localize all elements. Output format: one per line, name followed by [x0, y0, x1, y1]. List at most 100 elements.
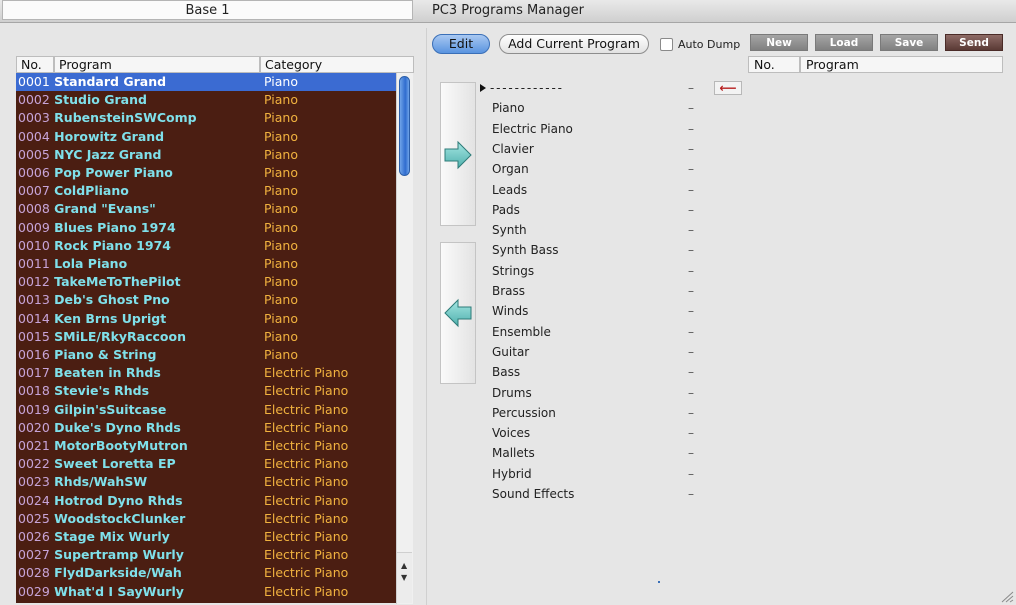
- program-row[interactable]: 0029 What'd I SayWurly Electric Piano: [16, 583, 396, 601]
- program-row[interactable]: 0020 Duke's Dyno Rhds Electric Piano: [16, 419, 396, 437]
- program-row[interactable]: 0006 Pop Power Piano Piano: [16, 164, 396, 182]
- category-item[interactable]: Winds –: [480, 301, 710, 321]
- new-button[interactable]: New: [750, 34, 808, 51]
- program-row[interactable]: 0005 NYC Jazz Grand Piano: [16, 146, 396, 164]
- add-current-program-button[interactable]: Add Current Program: [499, 34, 649, 54]
- scroll-arrows[interactable]: ▲ ▼: [397, 552, 412, 603]
- program-row[interactable]: 0017 Beaten in Rhds Electric Piano: [16, 364, 396, 382]
- program-title: Rhds/WahSW: [54, 474, 148, 490]
- category-item[interactable]: Guitar –: [480, 342, 710, 362]
- program-row[interactable]: 0001 Standard Grand Piano: [16, 73, 396, 91]
- load-button[interactable]: Load: [815, 34, 873, 51]
- program-row[interactable]: 0028 FlydDarkside/Wah Electric Piano: [16, 564, 396, 582]
- program-name: 0021 MotorBootyMutron: [18, 437, 188, 455]
- program-row[interactable]: 0009 Blues Piano 1974 Piano: [16, 219, 396, 237]
- program-category: Electric Piano: [264, 547, 349, 563]
- move-left-arrow-icon[interactable]: [443, 298, 473, 328]
- move-right-arrow-icon[interactable]: [443, 140, 473, 170]
- right-column-header-program[interactable]: Program: [800, 56, 1003, 73]
- program-category: Electric Piano: [264, 510, 349, 526]
- remove-program-arrow-button[interactable]: ⟵: [714, 81, 742, 95]
- program-row[interactable]: 0014 Ken Brns Uprigt Piano: [16, 310, 396, 328]
- program-name: 0028 FlydDarkside/Wah: [18, 564, 182, 582]
- program-category: Piano: [264, 274, 298, 290]
- scroll-up-arrow-icon[interactable]: ▲: [401, 561, 407, 570]
- program-row[interactable]: 0002 Studio Grand Piano: [16, 91, 396, 109]
- program-category: Piano: [264, 201, 298, 217]
- program-row[interactable]: 0021 MotorBootyMutron Electric Piano: [16, 437, 396, 455]
- save-button[interactable]: Save: [880, 34, 938, 51]
- program-name: 0007 ColdPliano: [18, 182, 129, 200]
- category-count: –: [688, 243, 694, 258]
- category-label: Guitar: [492, 344, 530, 359]
- program-category: Piano: [264, 328, 298, 344]
- category-item[interactable]: Organ –: [480, 159, 710, 179]
- program-category: Electric Piano: [264, 383, 349, 399]
- category-item[interactable]: Clavier –: [480, 139, 710, 159]
- app-window: PC3 Programs Manager Base 1 No. Program …: [0, 0, 1016, 605]
- program-row[interactable]: 0004 Horowitz Grand Piano: [16, 128, 396, 146]
- resize-grip-icon[interactable]: [1000, 590, 1014, 603]
- category-count: –: [688, 405, 694, 420]
- category-item[interactable]: Piano –: [480, 98, 710, 118]
- category-item[interactable]: Drums –: [480, 383, 710, 403]
- category-item[interactable]: Voices –: [480, 423, 710, 443]
- column-header-no[interactable]: No.: [16, 56, 54, 73]
- program-row[interactable]: 0016 Piano & String Piano: [16, 346, 396, 364]
- send-button[interactable]: Send: [945, 34, 1003, 51]
- category-item[interactable]: Brass –: [480, 281, 710, 301]
- category-label: Pads: [492, 202, 520, 217]
- category-item[interactable]: Strings –: [480, 261, 710, 281]
- category-item[interactable]: Ensemble –: [480, 322, 710, 342]
- program-row[interactable]: 0011 Lola Piano Piano: [16, 255, 396, 273]
- auto-dump-checkbox[interactable]: [660, 38, 673, 51]
- program-name: 0006 Pop Power Piano: [18, 164, 173, 182]
- category-item[interactable]: Hybrid –: [480, 464, 710, 484]
- program-list[interactable]: 0001 Standard Grand Piano 0002 Studio Gran…: [16, 73, 410, 603]
- program-row[interactable]: 0019 Gilpin'sSuitcase Electric Piano: [16, 401, 396, 419]
- category-label: Organ: [492, 162, 529, 177]
- edit-button[interactable]: Edit: [432, 34, 490, 54]
- scroll-down-arrow-icon[interactable]: ▼: [401, 573, 407, 582]
- program-row[interactable]: 0018 Stevie's Rhds Electric Piano: [16, 382, 396, 400]
- category-item[interactable]: Synth Bass –: [480, 240, 710, 260]
- program-row[interactable]: 0027 Supertramp Wurly Electric Piano: [16, 546, 396, 564]
- program-row[interactable]: 0008 Grand "Evans" Piano: [16, 200, 396, 218]
- right-column-header-no[interactable]: No.: [748, 56, 800, 73]
- column-header-category[interactable]: Category: [260, 56, 414, 73]
- category-item[interactable]: Sound Effects –: [480, 484, 710, 504]
- program-name: 0010 Rock Piano 1974: [18, 237, 171, 255]
- program-number: 0019: [18, 401, 50, 417]
- program-title: Piano & String: [54, 347, 157, 362]
- category-count: –: [688, 121, 694, 136]
- category-item-none[interactable]: - - - - - - - - - - - - –: [480, 78, 710, 98]
- program-category: Piano: [264, 237, 298, 253]
- program-row[interactable]: 0013 Deb's Ghost Pno Piano: [16, 291, 396, 309]
- program-row[interactable]: 0025 WoodstockClunker Electric Piano: [16, 510, 396, 528]
- program-row[interactable]: 0023 Rhds/WahSW Electric Piano: [16, 473, 396, 491]
- category-item[interactable]: Electric Piano –: [480, 119, 710, 139]
- program-row[interactable]: 0007 ColdPliano Piano: [16, 182, 396, 200]
- program-row[interactable]: 0012 TakeMeToThePilot Piano: [16, 273, 396, 291]
- program-row[interactable]: 0010 Rock Piano 1974 Piano: [16, 237, 396, 255]
- category-count: –: [688, 487, 694, 501]
- program-number: 0025: [18, 510, 50, 526]
- category-item[interactable]: Synth –: [480, 220, 710, 240]
- category-item[interactable]: Bass –: [480, 362, 710, 382]
- program-title: Sweet Loretta EP: [54, 456, 176, 472]
- program-row[interactable]: 0003 RubensteinSWComp Piano: [16, 109, 396, 127]
- bank-header: Base 1: [2, 0, 413, 20]
- category-item[interactable]: Leads –: [480, 180, 710, 200]
- program-number: 0014: [18, 310, 50, 326]
- scrollbar-thumb[interactable]: [399, 76, 410, 176]
- program-name: 0024 Hotrod Dyno Rhds: [18, 492, 183, 510]
- category-item[interactable]: Percussion –: [480, 403, 710, 423]
- category-item[interactable]: Mallets –: [480, 443, 710, 463]
- program-row[interactable]: 0026 Stage Mix Wurly Electric Piano: [16, 528, 396, 546]
- program-row[interactable]: 0015 SMiLE/RkyRaccoon Piano: [16, 328, 396, 346]
- category-count: –: [688, 365, 694, 380]
- program-row[interactable]: 0024 Hotrod Dyno Rhds Electric Piano: [16, 492, 396, 510]
- column-header-program[interactable]: Program: [54, 56, 260, 73]
- category-item[interactable]: Pads –: [480, 200, 710, 220]
- program-row[interactable]: 0022 Sweet Loretta EP Electric Piano: [16, 455, 396, 473]
